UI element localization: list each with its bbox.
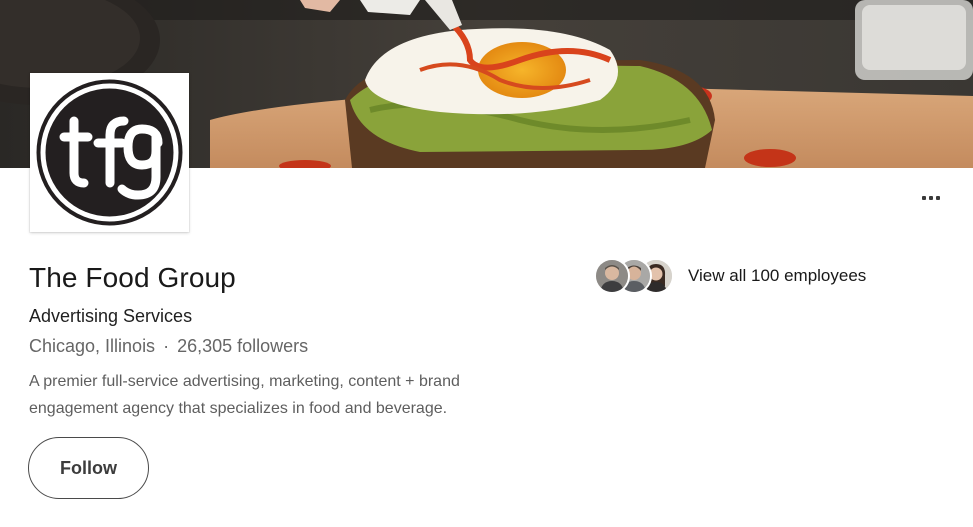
view-employees-label: View all 100 employees: [688, 266, 867, 285]
more-options-button[interactable]: [910, 186, 952, 210]
follow-button[interactable]: Follow: [28, 437, 149, 499]
tfg-logo-icon: [36, 79, 183, 226]
company-meta: Chicago, Illinois · 26,305 followers: [29, 336, 308, 357]
followers-count: 26,305 followers: [177, 336, 309, 356]
company-industry: Advertising Services: [29, 306, 193, 326]
company-location: Chicago, Illinois: [29, 336, 156, 356]
company-logo[interactable]: [30, 73, 189, 232]
avatar: [594, 258, 630, 294]
company-description: A premier full-service advertising, mark…: [29, 373, 460, 417]
ellipsis-dot: [936, 196, 940, 200]
meta-separator: ·: [163, 336, 170, 356]
employee-avatars: [594, 256, 678, 296]
person-avatar-icon: [596, 260, 628, 292]
company-name: The Food Group: [29, 262, 236, 293]
ellipsis-dot: [929, 196, 933, 200]
view-employees-link[interactable]: View all 100 employees: [594, 256, 866, 296]
ellipsis-dot: [922, 196, 926, 200]
